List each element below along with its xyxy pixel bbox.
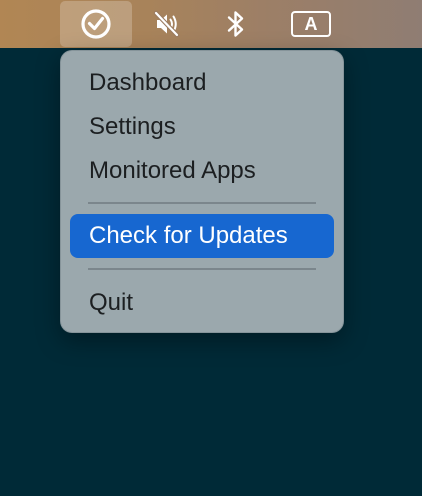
menu-item-monitored-apps[interactable]: Monitored Apps: [70, 149, 334, 193]
menu-item-label: Quit: [89, 289, 134, 316]
menu-item-settings[interactable]: Settings: [70, 105, 334, 149]
menu-separator: [88, 268, 316, 270]
menu-item-label: Check for Updates: [89, 222, 288, 249]
menu-item-label: Monitored Apps: [89, 157, 256, 184]
menu-item-label: Settings: [89, 113, 176, 140]
input-source-status-item[interactable]: A: [286, 0, 336, 48]
menu-bar: A: [0, 0, 422, 48]
input-source-icon: A: [291, 11, 331, 37]
bluetooth-status-item[interactable]: [214, 0, 258, 48]
speaker-muted-icon: [153, 10, 180, 38]
app-status-item[interactable]: [60, 1, 132, 47]
status-menu: Dashboard Settings Monitored Apps Check …: [60, 50, 344, 333]
volume-status-item[interactable]: [144, 0, 188, 48]
menu-separator: [88, 202, 316, 204]
input-source-label: A: [304, 14, 318, 34]
checkmark-circle-icon: [81, 9, 111, 39]
menu-item-check-for-updates[interactable]: Check for Updates: [70, 214, 334, 258]
menu-item-dashboard[interactable]: Dashboard: [70, 61, 334, 105]
bluetooth-icon: [227, 11, 244, 37]
menu-item-quit[interactable]: Quit: [70, 281, 334, 325]
menu-item-label: Dashboard: [89, 69, 207, 96]
